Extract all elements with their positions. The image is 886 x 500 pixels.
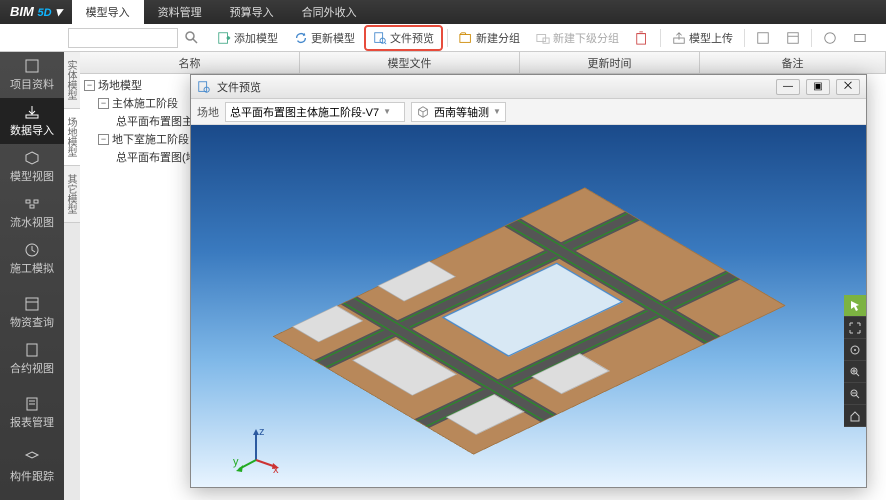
menu-data-mgmt[interactable]: 资料管理 — [144, 0, 216, 24]
add-model-button[interactable]: 添加模型 — [210, 27, 285, 49]
menu-budget-import[interactable]: 预算导入 — [216, 0, 288, 24]
zoom-out-tool[interactable] — [844, 383, 866, 405]
sidebar-item-data-import[interactable]: 数据导入 — [0, 98, 64, 144]
vtab-site-model[interactable]: 场地模型 — [64, 109, 80, 166]
sidebar-item-report-mgmt[interactable]: 报表管理 — [0, 390, 64, 436]
col-name[interactable]: 名称 — [80, 52, 300, 73]
sidebar-item-model-view[interactable]: 模型视图 — [0, 144, 64, 190]
title-bar: BIM 5D ▾ 模型导入 资料管理 预算导入 合同外收入 — [0, 0, 886, 24]
field-label: 场地 — [197, 104, 219, 120]
collapse-icon[interactable]: − — [84, 80, 95, 91]
col-remark[interactable]: 备注 — [700, 52, 886, 73]
maximize-button[interactable]: ▣ — [806, 79, 830, 95]
vertical-tabs: 实体模型 场地模型 其它模型 — [64, 52, 80, 500]
model-upload-button[interactable]: 模型上传 — [665, 27, 740, 49]
ground-plane — [272, 187, 785, 454]
file-preview-button[interactable]: 文件预览 — [364, 25, 443, 51]
site-select[interactable]: 总平面布置图主体施工阶段-V7▼ — [225, 102, 405, 122]
col-time[interactable]: 更新时间 — [520, 52, 700, 73]
sidebar-item-component-track[interactable]: 构件跟踪 — [0, 444, 64, 490]
menu-model-import[interactable]: 模型导入 — [72, 0, 144, 24]
tool-extra-1[interactable] — [749, 28, 777, 48]
svg-text:y: y — [233, 456, 239, 468]
svg-text:x: x — [273, 464, 279, 475]
search-icon[interactable] — [184, 30, 200, 46]
app-logo: BIM 5D ▾ — [0, 4, 72, 20]
toolbar: 添加模型 更新模型 文件预览 新建分组 新建下级分组 模型上传 — [0, 24, 886, 52]
update-model-button[interactable]: 更新模型 — [287, 27, 362, 49]
sidebar-item-contract-view[interactable]: 合约视图 — [0, 336, 64, 382]
collapse-icon[interactable]: − — [98, 134, 109, 145]
preview-titlebar[interactable]: 文件预览 — ▣ ⨉ — [191, 75, 866, 99]
3d-viewport[interactable]: z x y — [191, 125, 866, 487]
zoom-in-tool[interactable] — [844, 361, 866, 383]
delete-button[interactable] — [628, 28, 656, 48]
preview-icon — [197, 80, 211, 94]
collapse-icon[interactable]: − — [98, 98, 109, 109]
col-file[interactable]: 模型文件 — [300, 52, 520, 73]
sidebar-item-project-data[interactable]: 项目资料 — [0, 52, 64, 98]
axis-gizmo[interactable]: z x y — [231, 425, 281, 475]
search-input[interactable] — [68, 28, 178, 48]
cube-icon — [416, 105, 430, 119]
fullscreen-tool[interactable] — [844, 317, 866, 339]
cursor-tool[interactable] — [844, 295, 866, 317]
rotate-tool[interactable] — [844, 339, 866, 361]
preview-toolbar: 场地 总平面布置图主体施工阶段-V7▼ 西南等轴测▼ — [191, 99, 866, 125]
tool-extra-3[interactable] — [816, 28, 844, 48]
tool-extra-2[interactable] — [779, 28, 807, 48]
sidebar: 项目资料 数据导入 模型视图 流水视图 施工模拟 物资查询 合约视图 报表管理 … — [0, 52, 64, 500]
minimize-button[interactable]: — — [776, 79, 800, 95]
tool-extra-4[interactable] — [846, 28, 874, 48]
home-tool[interactable] — [844, 405, 866, 427]
sidebar-item-flow-view[interactable]: 流水视图 — [0, 190, 64, 236]
new-subgroup-button[interactable]: 新建下级分组 — [529, 27, 626, 49]
preview-title: 文件预览 — [217, 79, 770, 95]
column-headers: 名称 模型文件 更新时间 备注 — [80, 52, 886, 74]
vtab-entity-model[interactable]: 实体模型 — [64, 52, 80, 109]
svg-text:z: z — [259, 426, 265, 438]
sidebar-item-construction-sim[interactable]: 施工模拟 — [0, 236, 64, 282]
close-button[interactable]: ⨉ — [836, 79, 860, 95]
vtab-other-model[interactable]: 其它模型 — [64, 166, 80, 223]
viewport-toolbar — [844, 295, 866, 427]
file-preview-window: 文件预览 — ▣ ⨉ 场地 总平面布置图主体施工阶段-V7▼ 西南等轴测▼ z … — [190, 74, 867, 488]
view-select[interactable]: 西南等轴测▼ — [411, 102, 506, 122]
main-menu: 模型导入 资料管理 预算导入 合同外收入 — [72, 0, 371, 24]
menu-extra-income[interactable]: 合同外收入 — [288, 0, 371, 24]
new-group-button[interactable]: 新建分组 — [452, 27, 527, 49]
sidebar-item-material-query[interactable]: 物资查询 — [0, 290, 64, 336]
